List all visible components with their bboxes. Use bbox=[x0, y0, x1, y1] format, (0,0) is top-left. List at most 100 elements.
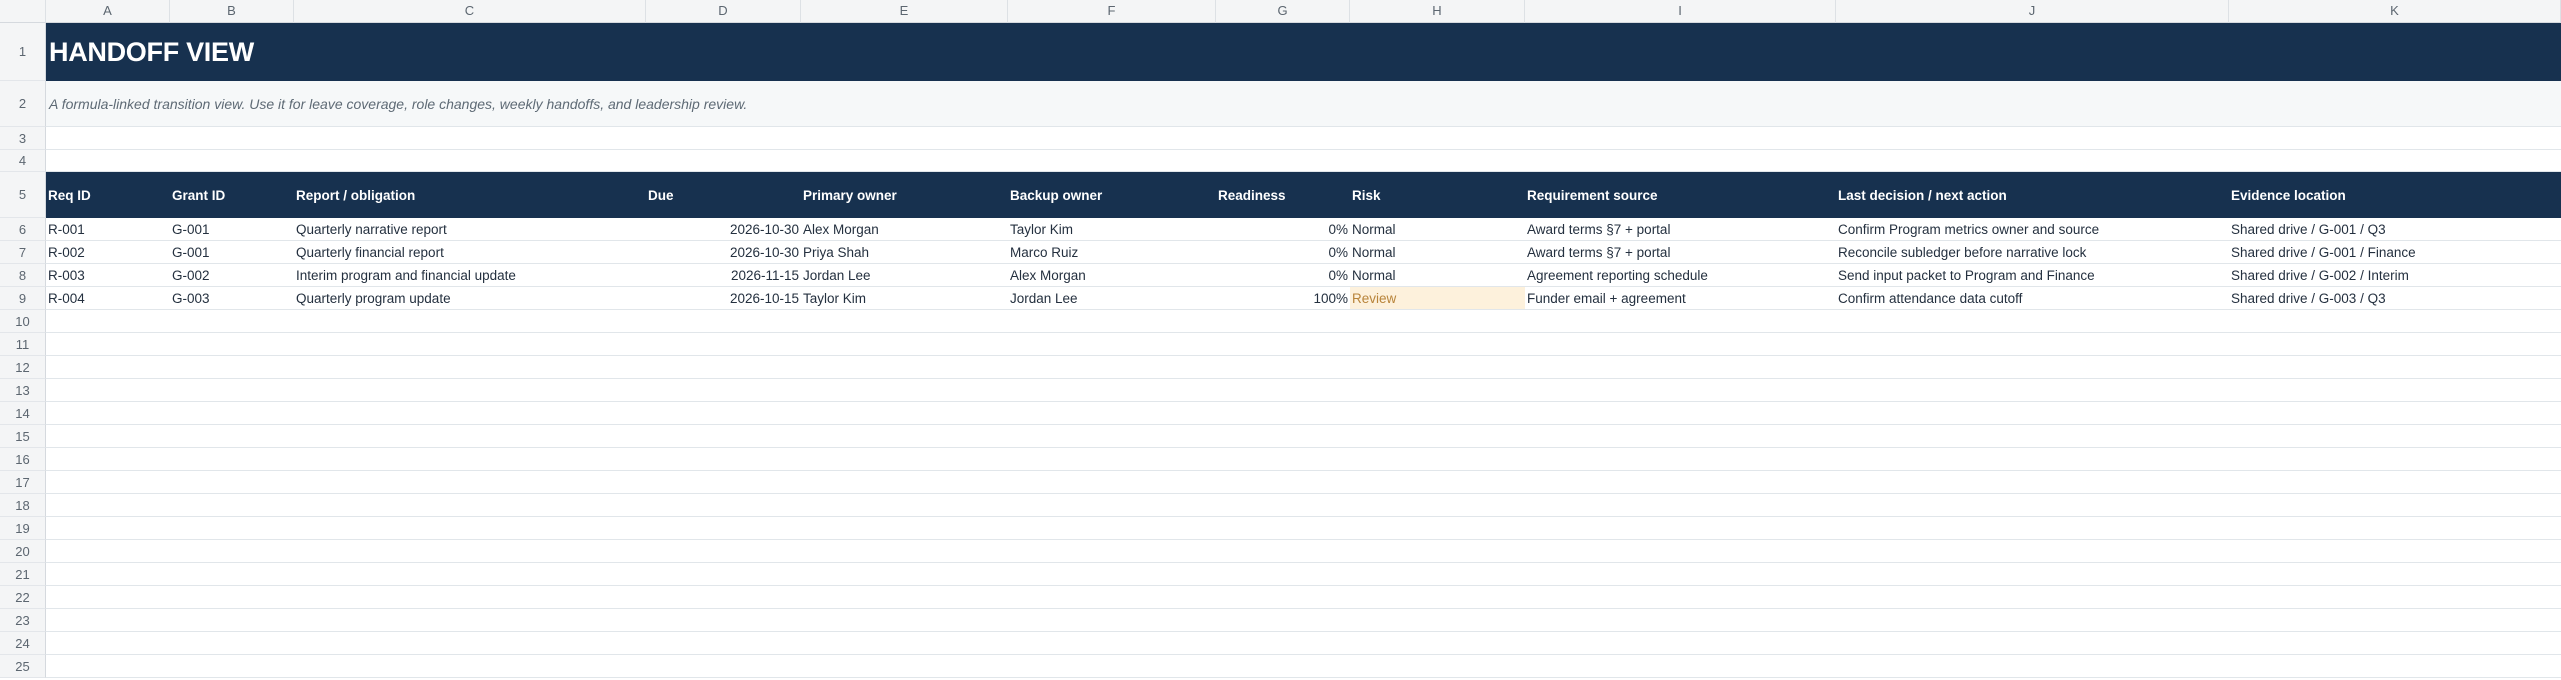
header-primary[interactable]: Primary owner bbox=[801, 172, 1008, 218]
page-subtitle[interactable]: A formula-linked transition view. Use it… bbox=[49, 81, 747, 127]
cell-decision[interactable]: Confirm attendance data cutoff bbox=[1836, 287, 2229, 309]
empty-row bbox=[46, 586, 2561, 609]
row-header-19[interactable]: 19 bbox=[0, 517, 46, 540]
row-header-2[interactable]: 2 bbox=[0, 81, 46, 127]
header-req-id[interactable]: Req ID bbox=[46, 172, 170, 218]
cell-risk[interactable]: Normal bbox=[1350, 264, 1525, 286]
cell-req-id[interactable]: R-004 bbox=[46, 287, 170, 309]
cell-decision[interactable]: Reconcile subledger before narrative loc… bbox=[1836, 241, 2229, 263]
cell-source[interactable]: Award terms §7 + portal bbox=[1525, 218, 1836, 240]
header-due[interactable]: Due bbox=[646, 172, 801, 218]
column-header-b[interactable]: B bbox=[170, 0, 294, 23]
cell-due[interactable]: 2026-10-30 bbox=[646, 218, 801, 240]
cell-report[interactable]: Quarterly financial report bbox=[294, 241, 646, 263]
column-header-c[interactable]: C bbox=[294, 0, 646, 23]
header-decision[interactable]: Last decision / next action bbox=[1836, 172, 2229, 218]
cell-backup[interactable]: Jordan Lee bbox=[1008, 287, 1216, 309]
cell-req-id[interactable]: R-003 bbox=[46, 264, 170, 286]
row-header-9[interactable]: 9 bbox=[0, 287, 46, 310]
row-header-20[interactable]: 20 bbox=[0, 540, 46, 563]
cell-report[interactable]: Interim program and financial update bbox=[294, 264, 646, 286]
cell-due[interactable]: 2026-10-15 bbox=[646, 287, 801, 309]
cell-backup[interactable]: Marco Ruiz bbox=[1008, 241, 1216, 263]
column-header-e[interactable]: E bbox=[801, 0, 1008, 23]
cell-due[interactable]: 2026-10-30 bbox=[646, 241, 801, 263]
cell-req-id[interactable]: R-002 bbox=[46, 241, 170, 263]
header-readiness[interactable]: Readiness bbox=[1216, 172, 1350, 218]
empty-row bbox=[46, 356, 2561, 379]
column-header-d[interactable]: D bbox=[646, 0, 801, 23]
row-header-14[interactable]: 14 bbox=[0, 402, 46, 425]
cell-source[interactable]: Award terms §7 + portal bbox=[1525, 241, 1836, 263]
table-header-row: Req ID Grant ID Report / obligation Due Prim… bbox=[46, 172, 2561, 218]
cell-grant-id[interactable]: G-001 bbox=[170, 241, 294, 263]
cell-grant-id[interactable]: G-002 bbox=[170, 264, 294, 286]
header-grant-id[interactable]: Grant ID bbox=[170, 172, 294, 218]
cell-report[interactable]: Quarterly narrative report bbox=[294, 218, 646, 240]
cell-source[interactable]: Agreement reporting schedule bbox=[1525, 264, 1836, 286]
cell-due[interactable]: 2026-11-15 bbox=[646, 264, 801, 286]
row-header-3[interactable]: 3 bbox=[0, 127, 46, 150]
row-header-7[interactable]: 7 bbox=[0, 241, 46, 264]
cell-grant-id[interactable]: G-003 bbox=[170, 287, 294, 309]
header-risk[interactable]: Risk bbox=[1350, 172, 1525, 218]
cell-backup[interactable]: Alex Morgan bbox=[1008, 264, 1216, 286]
row-header-10[interactable]: 10 bbox=[0, 310, 46, 333]
row-header-17[interactable]: 17 bbox=[0, 471, 46, 494]
cell-readiness[interactable]: 0% bbox=[1216, 264, 1350, 286]
cell-risk[interactable]: Normal bbox=[1350, 241, 1525, 263]
cell-risk[interactable]: Review bbox=[1350, 287, 1525, 309]
empty-row bbox=[46, 127, 2561, 150]
row-header-11[interactable]: 11 bbox=[0, 333, 46, 356]
row-header-23[interactable]: 23 bbox=[0, 609, 46, 632]
cell-req-id[interactable]: R-001 bbox=[46, 218, 170, 240]
empty-row bbox=[46, 517, 2561, 540]
header-report[interactable]: Report / obligation bbox=[294, 172, 646, 218]
row-header-24[interactable]: 24 bbox=[0, 632, 46, 655]
header-backup[interactable]: Backup owner bbox=[1008, 172, 1216, 218]
row-header-8[interactable]: 8 bbox=[0, 264, 46, 287]
page-title[interactable]: HANDOFF VIEW bbox=[49, 23, 254, 81]
column-header-g[interactable]: G bbox=[1216, 0, 1350, 23]
row-header-18[interactable]: 18 bbox=[0, 494, 46, 517]
cell-decision[interactable]: Confirm Program metrics owner and source bbox=[1836, 218, 2229, 240]
row-header-25[interactable]: 25 bbox=[0, 655, 46, 678]
column-header-j[interactable]: J bbox=[1836, 0, 2229, 23]
cell-backup[interactable]: Taylor Kim bbox=[1008, 218, 1216, 240]
cell-readiness[interactable]: 100% bbox=[1216, 287, 1350, 309]
select-all-corner[interactable] bbox=[0, 0, 46, 23]
cell-primary[interactable]: Alex Morgan bbox=[801, 218, 1008, 240]
cell-evidence[interactable]: Shared drive / G-002 / Interim bbox=[2229, 264, 2561, 286]
header-evidence[interactable]: Evidence location bbox=[2229, 172, 2561, 218]
column-header-i[interactable]: I bbox=[1525, 0, 1836, 23]
empty-row bbox=[46, 563, 2561, 586]
cell-risk[interactable]: Normal bbox=[1350, 218, 1525, 240]
cell-source[interactable]: Funder email + agreement bbox=[1525, 287, 1836, 309]
column-header-h[interactable]: H bbox=[1350, 0, 1525, 23]
row-header-21[interactable]: 21 bbox=[0, 563, 46, 586]
header-source[interactable]: Requirement source bbox=[1525, 172, 1836, 218]
cell-readiness[interactable]: 0% bbox=[1216, 218, 1350, 240]
row-header-15[interactable]: 15 bbox=[0, 425, 46, 448]
column-header-f[interactable]: F bbox=[1008, 0, 1216, 23]
cell-evidence[interactable]: Shared drive / G-001 / Finance bbox=[2229, 241, 2561, 263]
row-header-4[interactable]: 4 bbox=[0, 150, 46, 172]
column-header-k[interactable]: K bbox=[2229, 0, 2561, 23]
cell-report[interactable]: Quarterly program update bbox=[294, 287, 646, 309]
cell-decision[interactable]: Send input packet to Program and Finance bbox=[1836, 264, 2229, 286]
cell-primary[interactable]: Taylor Kim bbox=[801, 287, 1008, 309]
cell-readiness[interactable]: 0% bbox=[1216, 241, 1350, 263]
cell-evidence[interactable]: Shared drive / G-003 / Q3 bbox=[2229, 287, 2561, 309]
cell-primary[interactable]: Priya Shah bbox=[801, 241, 1008, 263]
row-header-13[interactable]: 13 bbox=[0, 379, 46, 402]
row-header-16[interactable]: 16 bbox=[0, 448, 46, 471]
cell-primary[interactable]: Jordan Lee bbox=[801, 264, 1008, 286]
row-header-12[interactable]: 12 bbox=[0, 356, 46, 379]
row-header-5[interactable]: 5 bbox=[0, 172, 46, 218]
cell-evidence[interactable]: Shared drive / G-001 / Q3 bbox=[2229, 218, 2561, 240]
column-header-a[interactable]: A bbox=[46, 0, 170, 23]
row-header-1[interactable]: 1 bbox=[0, 23, 46, 81]
row-header-6[interactable]: 6 bbox=[0, 218, 46, 241]
row-header-22[interactable]: 22 bbox=[0, 586, 46, 609]
cell-grant-id[interactable]: G-001 bbox=[170, 218, 294, 240]
